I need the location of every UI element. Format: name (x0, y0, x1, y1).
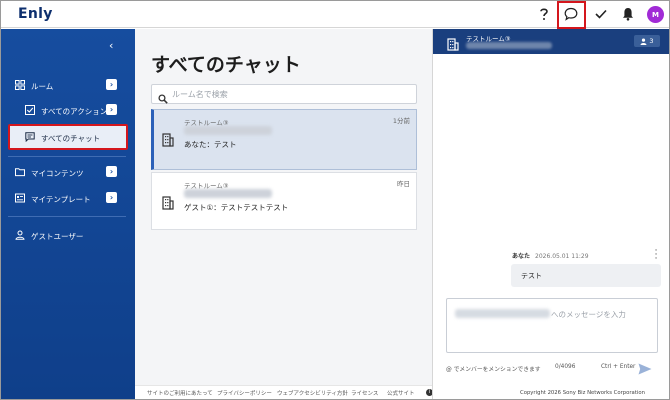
message-sender: あなた (512, 253, 531, 260)
app-logo[interactable]: Enly (18, 6, 53, 22)
sidebar-item-label: マイコンテンツ (31, 169, 84, 178)
person-icon (640, 37, 647, 45)
page-title: すべてのチャット (151, 54, 301, 76)
chevron-right-icon[interactable]: › (106, 104, 117, 115)
building-icon (162, 132, 174, 151)
message-time: 昨日 (397, 180, 410, 188)
composer-placeholder: へのメッセージを入力 (551, 310, 626, 319)
more-options-icon[interactable]: · · · (654, 247, 658, 264)
chat-list-item[interactable]: テストルーム③ あなた：テスト 1分前 (151, 109, 417, 170)
footer-link[interactable]: プライバシーポリシー (217, 389, 272, 397)
footer-link[interactable]: ライセンス (351, 389, 378, 397)
sidebar-item-label: マイテンプレート (31, 195, 91, 204)
last-message: ゲスト①：テストテストテスト (184, 203, 289, 212)
bell-icon[interactable] (615, 0, 641, 27)
message-bubble: テスト (511, 264, 661, 287)
redacted-text (466, 42, 552, 49)
members-button[interactable]: 3 (634, 35, 660, 47)
sidebar-item-label: ゲストユーザー (31, 232, 84, 241)
sidebar-item-label: ルーム (31, 82, 54, 91)
member-count: 3 (649, 37, 654, 45)
active-item-highlight (8, 124, 128, 150)
building-icon (162, 195, 174, 214)
redacted-text (184, 189, 272, 198)
building-icon (447, 36, 459, 55)
search-input[interactable] (172, 87, 412, 102)
room-search[interactable] (151, 84, 417, 104)
redacted-text (455, 309, 550, 318)
character-count: 0/4096 (555, 364, 576, 370)
folder-icon (15, 167, 25, 177)
message-composer[interactable]: へのメッセージを入力 (446, 298, 658, 353)
chevron-right-icon[interactable]: › (106, 192, 117, 203)
sidebar-item-guest-users[interactable]: ゲストユーザー (0, 225, 134, 245)
chevron-right-icon[interactable]: › (106, 79, 117, 90)
message-time: 1分前 (392, 117, 410, 125)
message-timestamp: 2026.05.01 11:29 (535, 253, 589, 260)
sidebar-item-my-templates[interactable]: マイテンプレート › (0, 188, 134, 208)
footer-link[interactable]: サイトのご利用にあたって (147, 389, 213, 397)
copyright: Copyright 2026 Sony Biz Networks Corpora… (520, 390, 645, 396)
chat-list-item[interactable]: テストルーム③ ゲスト①：テストテストテスト 昨日 (151, 172, 417, 230)
template-icon (15, 193, 25, 203)
send-icon[interactable] (638, 360, 652, 379)
sidebar-item-my-contents[interactable]: マイコンテンツ › (0, 162, 134, 182)
collapse-sidebar-icon[interactable]: ‹ (109, 39, 113, 52)
grid-icon (15, 80, 25, 90)
checkbox-icon (25, 105, 35, 115)
user-avatar[interactable]: M (647, 6, 664, 23)
sidebar-divider (8, 156, 126, 157)
footer: サイトのご利用にあたって プライバシーポリシー ウェブアクセシビリティ方針 ライ… (135, 385, 433, 399)
last-message: あなた：テスト (184, 140, 237, 149)
message-meta: あなた 2026.05.01 11:29 (512, 251, 589, 260)
search-icon (158, 89, 168, 108)
check-icon[interactable] (588, 0, 614, 27)
footer-link[interactable]: ウェブアクセシビリティ方針 (277, 389, 348, 397)
chevron-right-icon[interactable]: › (106, 166, 117, 177)
sidebar-divider (8, 216, 126, 217)
redacted-text (184, 126, 272, 135)
sidebar-item-label: すべてのアクション (41, 107, 108, 116)
send-shortcut-hint: Ctrl + Enter (601, 364, 636, 370)
sidebar-item-rooms[interactable]: ルーム › (0, 75, 134, 95)
person-icon (15, 230, 25, 240)
mention-hint: @ でメンバーをメンションできます (446, 367, 541, 373)
footer-link[interactable]: 公式サイト (387, 389, 415, 397)
help-icon[interactable] (531, 0, 557, 27)
chat-icon-highlight (557, 1, 586, 29)
sidebar-item-all-actions[interactable]: すべてのアクション › (10, 100, 134, 120)
